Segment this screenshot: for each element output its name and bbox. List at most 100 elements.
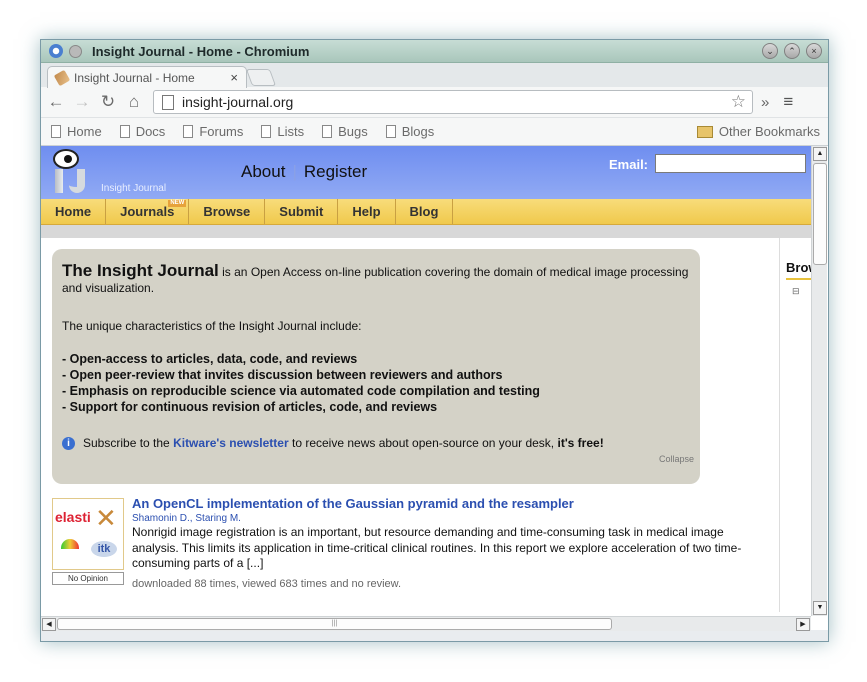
separator-bar	[41, 225, 811, 238]
subscribe-pre: Subscribe to the	[83, 436, 170, 450]
article-title-link[interactable]: An OpenCL implementation of the Gaussian…	[132, 496, 574, 511]
heading-underline	[786, 278, 812, 280]
nav-journals-label: Journals	[120, 204, 175, 219]
reload-button[interactable]: ↻	[97, 92, 119, 112]
elastix-logo-text: elasti	[55, 509, 91, 525]
cross-icon: ✕	[95, 503, 117, 533]
intro-description: The Insight Journal is an Open Access on…	[62, 261, 692, 296]
bookmark-docs[interactable]: Docs	[119, 124, 166, 139]
insight-journal-logo[interactable]	[51, 149, 91, 195]
forward-button[interactable]: →	[71, 92, 93, 112]
page-icon	[119, 125, 130, 138]
other-bookmarks[interactable]: Other Bookmarks	[696, 124, 820, 139]
bookmark-forums[interactable]: Forums	[183, 124, 243, 139]
list-item: - Open peer-review that invites discussi…	[62, 368, 503, 382]
bookmark-label: Home	[67, 124, 102, 139]
logo-text: Insight Journal	[101, 183, 167, 194]
right-sidebar: Brow ⊟	[779, 238, 819, 612]
bookmark-home[interactable]: Home	[51, 124, 102, 139]
nav-submit[interactable]: Submit	[265, 199, 339, 224]
chrome-menu-button[interactable]: ≡	[783, 92, 793, 112]
main-nav: Home Journals NEW Browse Submit Help Blog	[41, 199, 811, 225]
page-icon	[162, 94, 174, 110]
extensions-overflow-button[interactable]: »	[761, 94, 769, 111]
window-title: Insight Journal - Home - Chromium	[92, 43, 310, 59]
bookmark-label: Bugs	[338, 124, 368, 139]
horizontal-scrollbar[interactable]: ◀ ||| ▶	[41, 616, 811, 631]
eye-icon	[53, 149, 79, 169]
chromium-icon	[49, 44, 63, 58]
bookmark-lists[interactable]: Lists	[261, 124, 304, 139]
nav-journals[interactable]: Journals NEW	[106, 199, 190, 224]
home-button[interactable]: ⌂	[123, 92, 145, 112]
intro-title: The Insight Journal	[62, 261, 219, 280]
tab-title: Insight Journal - Home	[74, 70, 195, 85]
bookmark-label: Docs	[135, 124, 166, 139]
email-label: Email:	[609, 157, 649, 172]
page-icon	[183, 125, 194, 138]
vertical-scroll-thumb[interactable]	[813, 163, 827, 265]
tab-insight-journal[interactable]: Insight Journal - Home ×	[47, 66, 247, 88]
characteristics-text: The unique characteristics of the Insigh…	[62, 319, 362, 333]
characteristics-list: - Open-access to articles, data, code, a…	[62, 351, 540, 415]
opencl-gauge-icon	[61, 539, 79, 549]
vertical-scrollbar[interactable]: ▲ ▼	[811, 146, 827, 616]
intro-box: The Insight Journal is an Open Access on…	[52, 249, 700, 484]
scroll-left-button[interactable]: ◀	[42, 618, 56, 631]
list-item: - Open-access to articles, data, code, a…	[62, 352, 358, 366]
its-free-text: it's free!	[557, 436, 604, 450]
page-viewport: Insight Journal About | Register Email: Ho…	[41, 146, 828, 631]
link-separator: |	[292, 162, 297, 181]
page-icon	[51, 125, 61, 138]
page-icon	[322, 125, 333, 138]
back-button[interactable]: ←	[45, 92, 67, 112]
main-content: The Insight Journal is an Open Access on…	[41, 238, 779, 612]
favicon-icon	[53, 69, 71, 86]
horizontal-scroll-thumb[interactable]: |||	[57, 618, 612, 630]
tree-toggle-icon[interactable]: ⊟	[792, 286, 800, 297]
nav-blog[interactable]: Blog	[396, 199, 454, 224]
bookmark-blogs[interactable]: Blogs	[385, 124, 435, 139]
article-entry: elasti ✕ itk No Opinion An OpenCL implem…	[52, 496, 762, 606]
itk-logo: itk	[91, 541, 117, 557]
register-link[interactable]: Register	[304, 162, 367, 181]
article-authors[interactable]: Shamonin D., Staring M.	[132, 513, 241, 524]
bookmark-label: Blogs	[401, 124, 435, 139]
maximize-button[interactable]: ⌃	[784, 43, 800, 59]
bookmark-label: Forums	[199, 124, 244, 139]
article-abstract: Nonrigid image registration is an import…	[132, 525, 742, 570]
address-bar[interactable]: insight-journal.org ☆	[153, 90, 753, 114]
scroll-right-button[interactable]: ▶	[796, 618, 810, 631]
logo-letter-i	[55, 169, 63, 193]
browser-window: Insight Journal - Home - Chromium ⌄ ⌃ × …	[40, 39, 829, 642]
url-text[interactable]: insight-journal.org	[182, 94, 293, 110]
nav-browse[interactable]: Browse	[189, 199, 266, 224]
scroll-up-button[interactable]: ▲	[813, 147, 827, 161]
about-link[interactable]: About	[241, 162, 285, 181]
new-tab-button[interactable]	[245, 69, 277, 86]
kitware-newsletter-link[interactable]: Kitware's newsletter	[173, 436, 289, 450]
minimize-button[interactable]: ⌄	[762, 43, 778, 59]
nav-help[interactable]: Help	[338, 199, 396, 224]
article-stats: downloaded 88 times, viewed 683 times an…	[132, 578, 402, 590]
list-item: - Support for continuous revision of art…	[62, 400, 438, 414]
page-icon	[385, 125, 396, 138]
close-window-button[interactable]: ×	[806, 43, 822, 59]
bookmark-star-icon[interactable]: ☆	[731, 92, 746, 112]
email-input[interactable]	[655, 154, 806, 173]
subscribe-line: i Subscribe to the Kitware's newsletter …	[62, 436, 604, 450]
article-thumbnail[interactable]: elasti ✕ itk	[52, 498, 124, 570]
new-badge: NEW	[168, 200, 187, 207]
close-tab-icon[interactable]: ×	[230, 70, 238, 85]
subscribe-post: to receive news about open-source on you…	[291, 436, 555, 450]
list-item: - Emphasis on reproducible science via a…	[62, 384, 540, 398]
opinion-badge[interactable]: No Opinion	[52, 572, 124, 585]
site-header: Insight Journal About | Register Email:	[41, 146, 811, 199]
pupil	[64, 155, 72, 163]
menu-dot-icon[interactable]	[69, 44, 82, 58]
scroll-down-button[interactable]: ▼	[813, 601, 827, 615]
bookmark-bugs[interactable]: Bugs	[322, 124, 368, 139]
nav-home[interactable]: Home	[41, 199, 107, 224]
collapse-link[interactable]: Collapse	[659, 454, 694, 464]
info-icon: i	[62, 436, 75, 450]
